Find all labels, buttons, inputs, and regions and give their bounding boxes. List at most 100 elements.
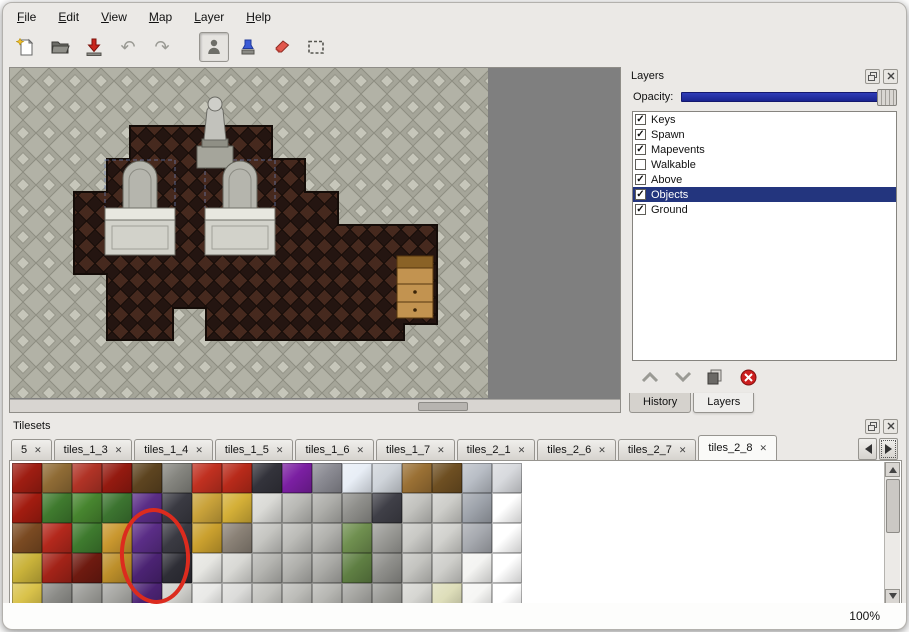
- tileset-tile[interactable]: [252, 493, 282, 523]
- tileset-tile[interactable]: [492, 463, 522, 493]
- scrollbar-handle[interactable]: [886, 479, 900, 533]
- checkbox-checked-icon[interactable]: [635, 204, 646, 215]
- menu-file[interactable]: File: [11, 8, 42, 26]
- tileset-tile[interactable]: [462, 463, 492, 493]
- player-tool-button[interactable]: [199, 32, 229, 62]
- checkbox-checked-icon[interactable]: [635, 114, 646, 125]
- tileset-tile[interactable]: [222, 523, 252, 553]
- tileset-tile[interactable]: [402, 463, 432, 493]
- float-panel-button[interactable]: [865, 419, 880, 434]
- tileset-tile[interactable]: [312, 523, 342, 553]
- tileset-vertical-scrollbar[interactable]: [884, 462, 900, 604]
- tileset-tile[interactable]: [252, 523, 282, 553]
- tileset-tile[interactable]: [282, 493, 312, 523]
- tileset-tab[interactable]: 5: [11, 439, 52, 460]
- layer-row-mapevents[interactable]: Mapevents: [633, 142, 896, 157]
- tileset-tab-active[interactable]: tiles_2_8: [698, 435, 777, 460]
- move-layer-down-icon[interactable]: [674, 371, 692, 383]
- tileset-tile[interactable]: [72, 493, 102, 523]
- tileset-tile[interactable]: [312, 463, 342, 493]
- tileset-tile[interactable]: [132, 523, 162, 553]
- tileset-tile[interactable]: [252, 553, 282, 583]
- undo-button[interactable]: ↶: [113, 32, 143, 62]
- tileset-tile[interactable]: [432, 493, 462, 523]
- tileset-tile[interactable]: [402, 523, 432, 553]
- tileset-tile[interactable]: [372, 493, 402, 523]
- tileset-tile[interactable]: [432, 463, 462, 493]
- tab-close-icon[interactable]: [357, 444, 365, 456]
- save-button[interactable]: [79, 32, 109, 62]
- tab-close-icon[interactable]: [34, 444, 42, 456]
- tab-close-icon[interactable]: [518, 444, 526, 456]
- open-button[interactable]: [45, 32, 75, 62]
- tileset-tile[interactable]: [132, 553, 162, 583]
- menu-layer[interactable]: Layer: [188, 8, 230, 26]
- tileset-tile[interactable]: [222, 553, 252, 583]
- menu-view[interactable]: View: [95, 8, 133, 26]
- layer-row-keys[interactable]: Keys: [633, 112, 896, 127]
- layer-row-spawn[interactable]: Spawn: [633, 127, 896, 142]
- tileset-tile[interactable]: [102, 523, 132, 553]
- tileset-tab[interactable]: tiles_1_6: [295, 439, 374, 460]
- layer-row-ground[interactable]: Ground: [633, 202, 896, 217]
- layer-row-above[interactable]: Above: [633, 172, 896, 187]
- tileset-tab[interactable]: tiles_2_6: [537, 439, 616, 460]
- tileset-tab[interactable]: tiles_1_5: [215, 439, 294, 460]
- delete-layer-icon[interactable]: [740, 369, 757, 386]
- tileset-tile[interactable]: [372, 523, 402, 553]
- tileset-tile[interactable]: [222, 493, 252, 523]
- tileset-tile[interactable]: [192, 493, 222, 523]
- tileset-tile[interactable]: [72, 553, 102, 583]
- tab-history[interactable]: History: [629, 393, 691, 413]
- scroll-up-button[interactable]: [885, 462, 900, 477]
- tileset-tile[interactable]: [282, 523, 312, 553]
- select-tool-button[interactable]: [301, 32, 331, 62]
- tileset-grid[interactable]: [12, 463, 522, 606]
- tileset-tile[interactable]: [102, 493, 132, 523]
- tileset-tile[interactable]: [492, 553, 522, 583]
- tileset-tile[interactable]: [492, 493, 522, 523]
- tileset-tile[interactable]: [432, 553, 462, 583]
- tileset-tile[interactable]: [102, 553, 132, 583]
- tileset-tile[interactable]: [342, 523, 372, 553]
- new-map-button[interactable]: [11, 32, 41, 62]
- tileset-tile[interactable]: [12, 523, 42, 553]
- redo-button[interactable]: ↷: [147, 32, 177, 62]
- map-canvas[interactable]: [10, 68, 488, 398]
- tileset-tile[interactable]: [342, 553, 372, 583]
- tileset-tab[interactable]: tiles_2_1: [457, 439, 536, 460]
- scrollbar-handle[interactable]: [418, 402, 468, 411]
- scroll-down-button[interactable]: [885, 589, 900, 604]
- tab-layers[interactable]: Layers: [693, 393, 754, 413]
- tileset-tile[interactable]: [42, 463, 72, 493]
- tileset-tile[interactable]: [12, 463, 42, 493]
- tileset-tile[interactable]: [222, 463, 252, 493]
- tileset-tile[interactable]: [492, 523, 522, 553]
- tileset-tile[interactable]: [132, 493, 162, 523]
- close-panel-button[interactable]: [883, 419, 898, 434]
- stamp-tool-button[interactable]: [233, 32, 263, 62]
- slider-handle[interactable]: [877, 89, 897, 106]
- checkbox-checked-icon[interactable]: [635, 189, 646, 200]
- tileset-tile[interactable]: [342, 493, 372, 523]
- map-horizontal-scrollbar[interactable]: [10, 399, 620, 412]
- close-panel-button[interactable]: [883, 69, 898, 84]
- tileset-tile[interactable]: [192, 523, 222, 553]
- tileset-tile[interactable]: [42, 493, 72, 523]
- menu-help[interactable]: Help: [240, 8, 277, 26]
- tileset-tile[interactable]: [462, 493, 492, 523]
- tab-close-icon[interactable]: [276, 444, 284, 456]
- tab-close-icon[interactable]: [759, 442, 767, 454]
- menu-map[interactable]: Map: [143, 8, 178, 26]
- checkbox-checked-icon[interactable]: [635, 144, 646, 155]
- tileset-tab[interactable]: tiles_1_7: [376, 439, 455, 460]
- tileset-tile[interactable]: [342, 463, 372, 493]
- checkbox-unchecked-icon[interactable]: [635, 159, 646, 170]
- tileset-tile[interactable]: [42, 523, 72, 553]
- duplicate-layer-icon[interactable]: [707, 369, 725, 385]
- tileset-tile[interactable]: [402, 553, 432, 583]
- tileset-tile[interactable]: [192, 463, 222, 493]
- checkbox-checked-icon[interactable]: [635, 129, 646, 140]
- tileset-tile[interactable]: [102, 463, 132, 493]
- tab-close-icon[interactable]: [437, 444, 445, 456]
